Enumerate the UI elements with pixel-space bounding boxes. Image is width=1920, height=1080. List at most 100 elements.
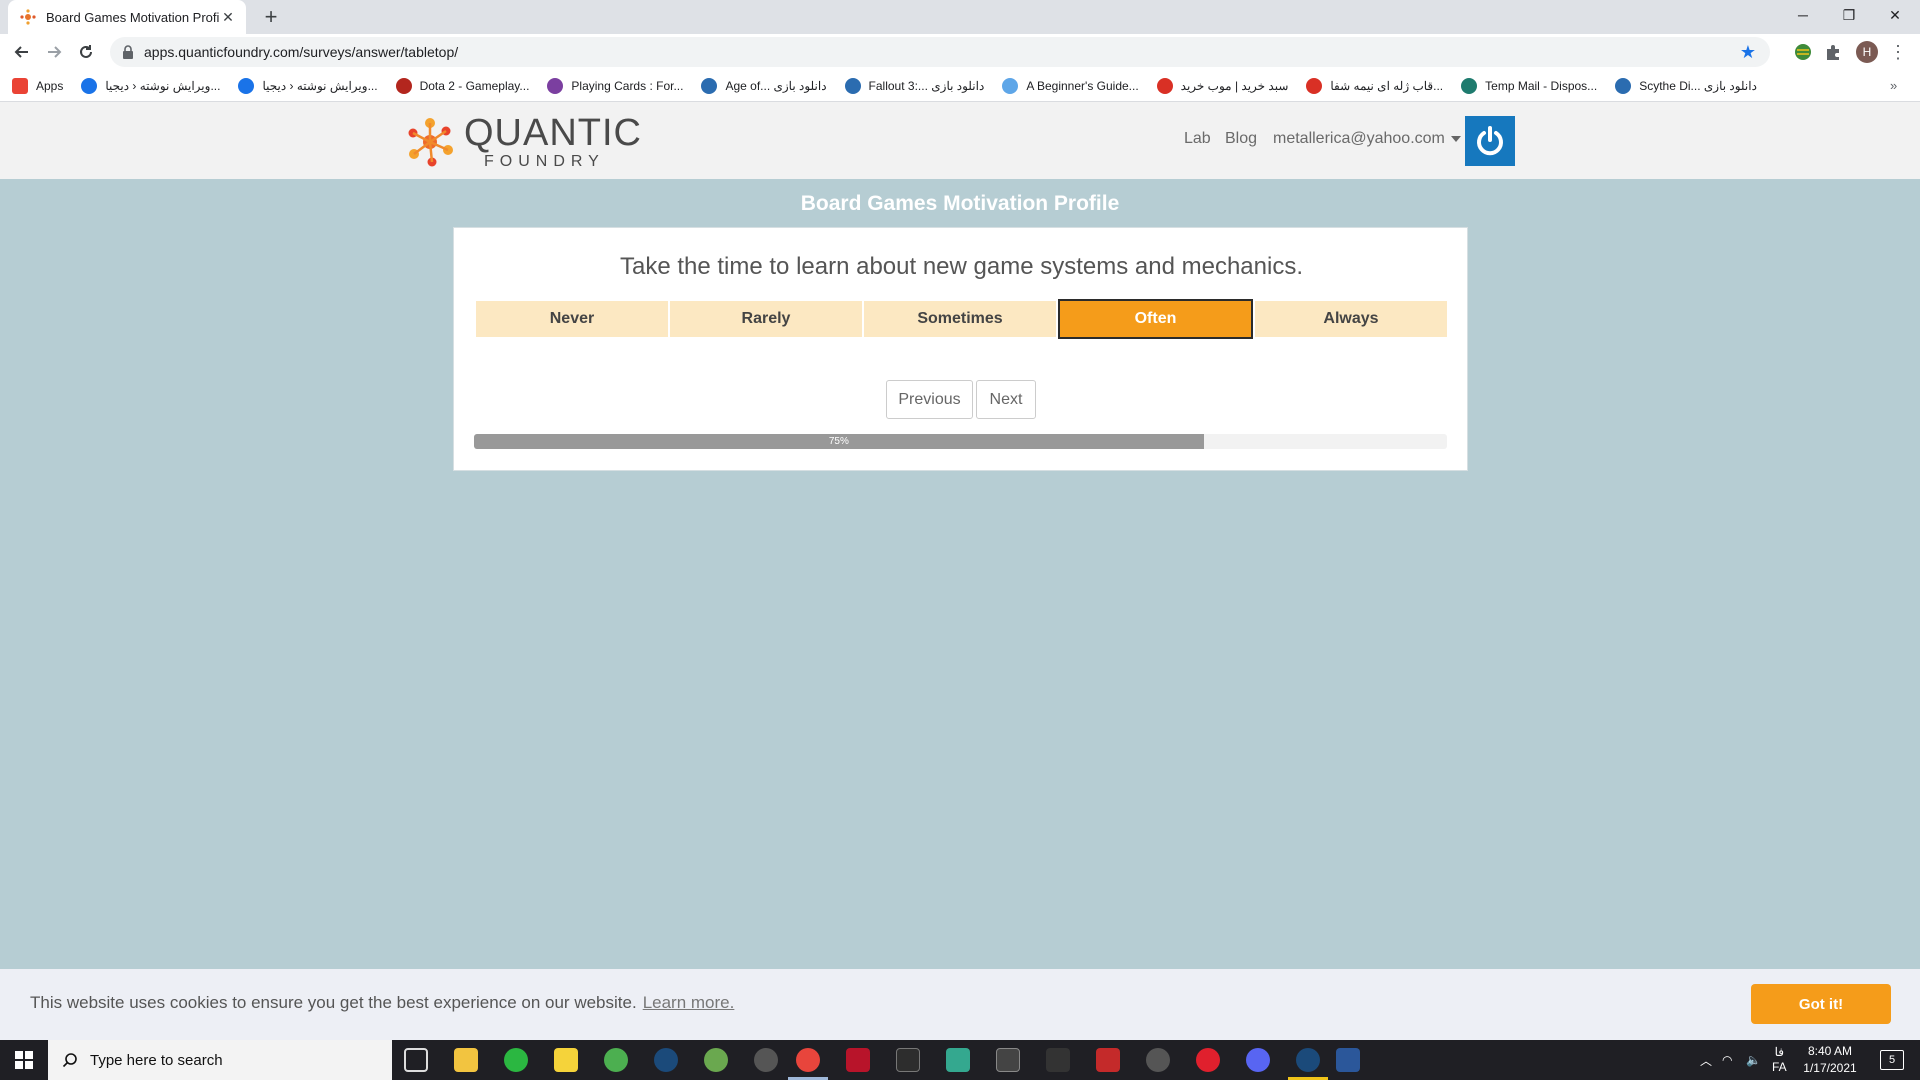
language-indicator[interactable]: فا FA <box>1772 1040 1787 1080</box>
browser-menu-icon[interactable]: ⋮ <box>1889 40 1907 64</box>
bookmark-item[interactable]: Apps <box>12 77 63 94</box>
bookmark-favicon-icon <box>1156 77 1173 94</box>
survey-card: Take the time to learn about new game sy… <box>453 227 1468 471</box>
bookmark-star-icon[interactable]: ★ <box>1740 42 1756 63</box>
flash-app-icon[interactable] <box>846 1048 870 1072</box>
bookmark-favicon-icon <box>395 77 412 94</box>
tray-chevron-up-icon[interactable]: ︿ <box>1700 1040 1712 1080</box>
bookmark-label: Dota 2 - Gameplay... <box>419 78 530 93</box>
power-icon <box>1477 126 1503 156</box>
obs-icon[interactable] <box>754 1048 778 1072</box>
search-icon <box>62 1053 77 1068</box>
task-view-icon[interactable] <box>404 1048 428 1072</box>
user-email: metallerica@yahoo.com <box>1273 130 1445 147</box>
answer-option-sometimes[interactable]: Sometimes <box>864 301 1056 337</box>
bookmark-item[interactable]: Temp Mail - Dispos... <box>1461 77 1598 94</box>
cookie-accept-button[interactable]: Got it! <box>1751 984 1891 1024</box>
discord-icon[interactable] <box>1246 1048 1270 1072</box>
bookmarks-bar: Apps ویرایش نوشته ‹ دیجیا... ویرایش نوشته … <box>0 70 1920 102</box>
minimize-icon[interactable]: ─ <box>1780 0 1826 30</box>
restore-icon[interactable]: ❐ <box>1826 0 1872 30</box>
survey-pager: Previous Next <box>886 380 1039 419</box>
notification-center-icon[interactable]: 5 <box>1880 1050 1904 1070</box>
bookmark-label: سبد خرید | موب خرید <box>1180 78 1289 93</box>
bookmark-label: Temp Mail - Dispos... <box>1485 78 1598 93</box>
bookmark-favicon-icon <box>81 77 98 94</box>
taskbar-clock[interactable]: 8:40 AM 1/17/2021 <box>1790 1043 1870 1077</box>
progress-bar: 75% <box>474 434 1447 449</box>
close-window-icon[interactable]: ✕ <box>1872 0 1918 30</box>
learn-more-link[interactable]: Learn more. <box>643 993 735 1012</box>
browser-tab[interactable]: Board Games Motivation Profile ✕ <box>8 0 246 34</box>
globe-app-icon[interactable] <box>704 1048 728 1072</box>
calculator-icon[interactable] <box>996 1048 1020 1072</box>
answer-option-rarely[interactable]: Rarely <box>670 301 862 337</box>
epic-games-icon[interactable] <box>896 1048 920 1072</box>
logout-power-button[interactable] <box>1465 116 1515 166</box>
word-icon[interactable] <box>1336 1048 1360 1072</box>
file-explorer-icon[interactable] <box>454 1048 478 1072</box>
url-text: apps.quanticfoundry.com/surveys/answer/t… <box>144 44 459 60</box>
bookmark-item[interactable]: Age of... دانلود بازی <box>701 77 827 94</box>
whatsapp-icon[interactable] <box>504 1048 528 1072</box>
clock-date: 1/17/2021 <box>1803 1061 1857 1075</box>
opera-icon[interactable] <box>1196 1048 1220 1072</box>
reload-icon[interactable] <box>72 38 100 66</box>
chrome-icon[interactable] <box>796 1048 820 1072</box>
browser-app-icon[interactable] <box>604 1048 628 1072</box>
player-app-icon[interactable] <box>554 1048 578 1072</box>
game-app-icon[interactable] <box>946 1048 970 1072</box>
profile-avatar[interactable]: H <box>1856 41 1878 63</box>
controller-icon[interactable] <box>1046 1048 1070 1072</box>
previous-button[interactable]: Previous <box>886 380 973 419</box>
bookmark-item[interactable]: Playing Cards : For... <box>547 77 683 94</box>
chevron-down-icon <box>1450 135 1461 142</box>
steam-running-icon[interactable] <box>1296 1048 1320 1072</box>
user-menu-dropdown[interactable]: metallerica@yahoo.com <box>1273 130 1461 148</box>
back-icon[interactable] <box>8 38 36 66</box>
bookmark-item[interactable]: Fallout 3:... دانلود بازی <box>844 77 984 94</box>
volume-icon[interactable]: 🔈 <box>1746 1040 1761 1080</box>
survey-question: Take the time to learn about new game sy… <box>619 253 1303 280</box>
steam-icon[interactable] <box>654 1048 678 1072</box>
nav-blog-link[interactable]: Blog <box>1225 130 1257 148</box>
wifi-icon[interactable]: ◠ <box>1722 1040 1732 1080</box>
address-bar[interactable]: apps.quanticfoundry.com/surveys/answer/t… <box>110 37 1770 67</box>
bookmark-item[interactable]: ویرایش نوشته ‹ دیجیا... <box>238 77 378 94</box>
nav-lab-link[interactable]: Lab <box>1184 130 1211 148</box>
media-app-icon[interactable] <box>1146 1048 1170 1072</box>
bookmark-label: Age of... دانلود بازی <box>725 78 827 93</box>
bookmark-favicon-icon <box>701 77 718 94</box>
ph-app-icon[interactable] <box>1096 1048 1120 1072</box>
answer-option-always[interactable]: Always <box>1255 301 1447 337</box>
lock-icon <box>122 45 134 59</box>
bookmark-item[interactable]: Dota 2 - Gameplay... <box>395 77 530 94</box>
windows-start-icon[interactable] <box>0 1040 48 1080</box>
extension-globe-icon[interactable] <box>1792 41 1814 63</box>
bookmark-label: قاب ژله ای نیمه شفا... <box>1330 78 1444 93</box>
bookmark-item[interactable]: ویرایش نوشته ‹ دیجیا... <box>81 77 220 94</box>
bookmark-favicon-icon <box>1002 77 1019 94</box>
clock-time: 8:40 AM <box>1807 1044 1853 1058</box>
next-button[interactable]: Next <box>976 380 1036 419</box>
extensions-puzzle-icon[interactable] <box>1822 41 1844 63</box>
language-bottom: FA <box>1772 1060 1787 1074</box>
bookmark-label: ویرایش نوشته ‹ دیجیا... <box>262 78 378 93</box>
bookmark-item[interactable]: A Beginner's Guide... <box>1002 77 1139 94</box>
new-tab-icon[interactable]: + <box>258 4 284 30</box>
bookmark-item[interactable]: قاب ژله ای نیمه شفا... <box>1306 77 1444 94</box>
answer-options: Never Rarely Sometimes Often Always <box>476 299 1449 339</box>
quantic-foundry-logo[interactable]: QUANTIC FOUNDRY <box>404 114 642 170</box>
answer-option-often[interactable]: Often <box>1058 299 1253 339</box>
forward-icon[interactable] <box>40 38 68 66</box>
logo-text-quantic: QUANTIC <box>464 112 642 154</box>
bookmarks-overflow-icon[interactable]: » <box>1890 78 1906 93</box>
bookmark-label: Scythe Di... دانلود بازی <box>1639 78 1757 93</box>
bookmark-favicon-icon <box>1461 77 1478 94</box>
close-tab-icon[interactable]: ✕ <box>220 9 236 25</box>
bookmark-item[interactable]: سبد خرید | موب خرید <box>1156 77 1289 94</box>
taskbar-search-box[interactable]: Type here to search <box>48 1040 392 1080</box>
cookie-message-row: This website uses cookies to ensure you … <box>30 993 734 1013</box>
answer-option-never[interactable]: Never <box>476 301 668 337</box>
bookmark-item[interactable]: Scythe Di... دانلود بازی <box>1615 77 1757 94</box>
